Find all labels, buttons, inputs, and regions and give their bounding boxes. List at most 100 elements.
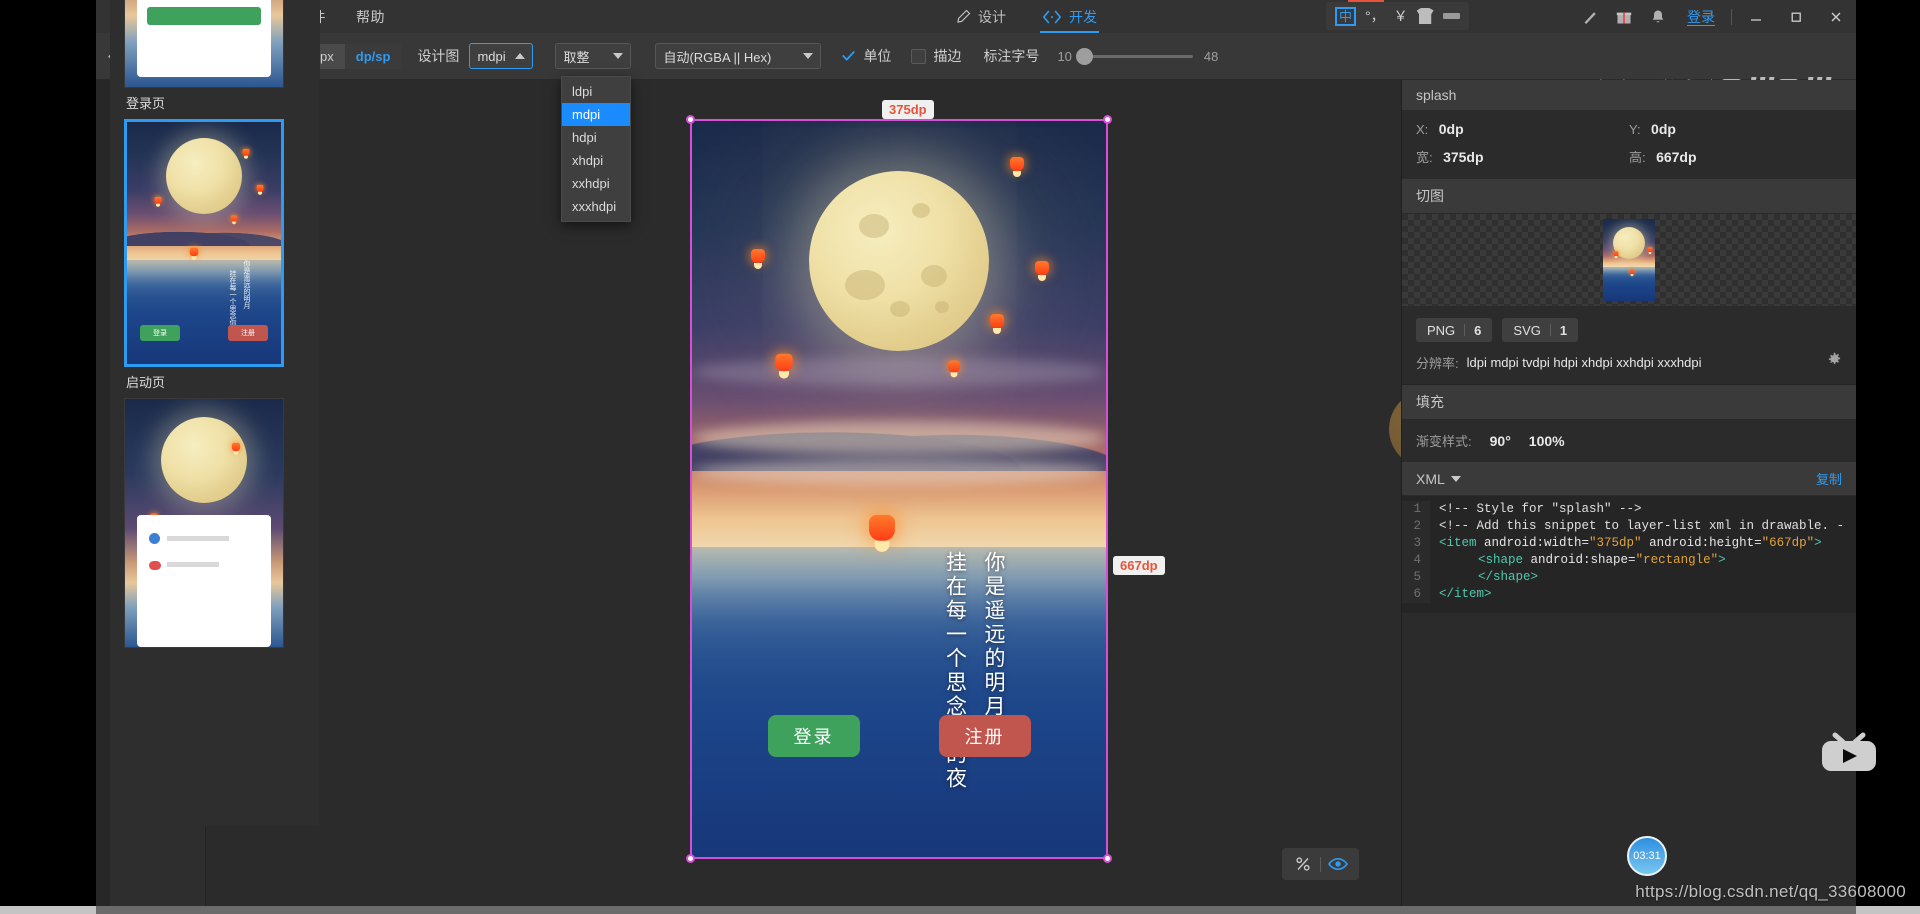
page-thumbnail-login[interactable] [124, 0, 284, 88]
artwork-login-button[interactable]: 登录 [767, 715, 860, 757]
ime-language-icon[interactable]: 中 [1335, 6, 1357, 26]
code-token: > [1814, 536, 1822, 550]
artwork-register-button[interactable]: 注册 [938, 715, 1031, 757]
resolution-row: 分辨率: ldpi mdpi tvdpi hdpi xhdpi xxhdpi x… [1402, 350, 1856, 385]
dpi-option-mdpi[interactable]: mdpi [562, 103, 630, 126]
list-item[interactable]: 登录页 [124, 0, 320, 119]
slice-preview-image [1603, 219, 1655, 301]
xml-code-block[interactable]: 1 <!-- Style for "splash" --> 2 <!-- Add th… [1402, 496, 1856, 613]
resize-handle-br[interactable] [1103, 854, 1112, 863]
code-line-number: 2 [1402, 518, 1430, 535]
ime-toolbar[interactable]: 中 °， ￥ [1326, 2, 1469, 30]
title-bar-right: 登录 [1573, 0, 1856, 33]
maximize-button[interactable] [1776, 0, 1816, 33]
code-token: </item> [1439, 587, 1492, 601]
font-size-min: 10 [1057, 48, 1072, 64]
xml-title-label: XML [1416, 470, 1445, 487]
ime-currency-icon[interactable]: ￥ [1394, 9, 1408, 23]
resize-handle-tl[interactable] [686, 115, 695, 124]
artwork-button-row: 登录 注册 [692, 715, 1106, 757]
slice-art [1603, 219, 1655, 301]
code-line-content: <shape android:shape="rectangle"> [1430, 552, 1726, 569]
xml-format-select[interactable]: XML [1416, 471, 1461, 487]
ime-dash-icon[interactable] [1442, 13, 1460, 19]
lantern-icon [751, 249, 765, 269]
minimize-button[interactable] [1736, 0, 1776, 33]
code-token: <!-- Add this snippet to layer-list xml … [1439, 519, 1845, 533]
pen-icon[interactable] [1573, 0, 1607, 33]
page-thumbnail-splash[interactable]: 你是遥远的明月 挂在每一个思念你的夜 登录 注册 [124, 119, 284, 367]
code-line: 1 <!-- Style for "splash" --> [1402, 501, 1856, 518]
lantern-icon [1010, 157, 1024, 177]
code-line-content: <!-- Style for "splash" --> [1430, 501, 1642, 518]
height-dimension-badge: 667dp [1113, 556, 1165, 575]
prop-width-key: 宽: [1416, 150, 1433, 165]
code-line: 2 <!-- Add this snippet to layer-list xml… [1402, 518, 1856, 535]
menu-item-help[interactable]: 帮助 [354, 4, 387, 30]
moon-graphic [809, 171, 989, 351]
code-line: 4 <shape android:shape="rectangle"> [1402, 552, 1856, 569]
gear-icon[interactable] [1827, 352, 1842, 372]
code-line-content: <item android:width="375dp" android:heig… [1430, 535, 1822, 552]
inspector-panel: splash X: 0dp Y: 0dp 宽: 375dp 高: 667dp 切… [1401, 80, 1856, 906]
checkbox-unchecked-icon [911, 48, 927, 64]
dpi-option-xxxhdpi[interactable]: xxxhdpi [562, 195, 630, 218]
design-canvas[interactable]: 你是遥远的明月 挂在每一个思念你的夜 登录 注册 375dp 667dp [319, 80, 1401, 906]
code-line-number: 3 [1402, 535, 1430, 552]
pencil-icon [956, 9, 971, 24]
resize-handle-bl[interactable] [686, 854, 695, 863]
resolution-key: 分辨率: [1416, 355, 1459, 371]
unit-dpsp-option[interactable]: dp/sp [344, 43, 402, 69]
code-token: <shape [1478, 553, 1524, 567]
dpi-option-hdpi[interactable]: hdpi [562, 126, 630, 149]
code-token: <!-- Style for "splash" --> [1439, 502, 1642, 516]
code-icon [1042, 10, 1062, 24]
page-thumbnail-login-2[interactable] [124, 398, 284, 648]
prop-x-key: X: [1416, 122, 1429, 137]
xml-section-header: XML 复制 [1402, 461, 1856, 496]
close-button[interactable] [1816, 0, 1856, 33]
resize-handle-tr[interactable] [1103, 115, 1112, 124]
color-mode-select[interactable]: 自动(RGBA || Hex) [655, 43, 822, 69]
format-png[interactable]: PNG 6 [1416, 318, 1493, 342]
login-link[interactable]: 登录 [1675, 7, 1727, 27]
unit-checkbox[interactable]: 单位 [841, 46, 891, 66]
font-size-slider[interactable]: 10 48 [1057, 47, 1218, 65]
code-line-number: 4 [1402, 552, 1430, 569]
slider-knob[interactable] [1075, 47, 1093, 65]
eye-icon[interactable] [1321, 848, 1355, 880]
stroke-checkbox[interactable]: 描边 [911, 46, 961, 66]
unit-segmented-control[interactable]: px dp/sp [309, 43, 402, 69]
page-thumbnail-list[interactable]: 登录页 你是遥远的明月 挂在每一个思念你的夜 登录 注册 启动页 [110, 0, 320, 826]
lantern-icon-large [869, 514, 895, 552]
cursor-highlight [1389, 390, 1401, 468]
gradient-opacity: 100% [1528, 432, 1565, 449]
format-svg[interactable]: SVG 1 [1502, 318, 1579, 342]
list-item[interactable] [124, 398, 320, 648]
slider-track[interactable] [1075, 47, 1193, 65]
prop-y-value: 0dp [1651, 121, 1676, 137]
bottom-bar-inner [96, 906, 1856, 914]
list-item[interactable]: 你是遥远的明月 挂在每一个思念你的夜 登录 注册 启动页 [124, 119, 320, 398]
tab-design[interactable]: 设计 [956, 0, 1006, 33]
artboard-selection[interactable]: 你是遥远的明月 挂在每一个思念你的夜 登录 注册 [686, 115, 1112, 863]
page-label-login: 登录页 [126, 96, 166, 111]
prop-height-key: 高: [1629, 150, 1646, 165]
dpi-dropdown-menu[interactable]: ldpi mdpi hdpi xhdpi xxhdpi xxxhdpi [561, 76, 631, 222]
checkbox-checked-icon [841, 49, 856, 64]
tab-develop[interactable]: 开发 [1040, 0, 1099, 33]
ime-punctuation-icon[interactable]: °， [1365, 9, 1385, 23]
dpi-option-xxhdpi[interactable]: xxhdpi [562, 172, 630, 195]
dpi-option-ldpi[interactable]: ldpi [562, 80, 630, 103]
percent-icon[interactable] [1286, 848, 1320, 880]
title-bar: 项目 编辑 视图 插件 帮助 设计 开发 [96, 0, 1856, 33]
canvas-controls[interactable] [1282, 848, 1359, 880]
code-token: > [1718, 553, 1726, 567]
ime-shirt-icon[interactable] [1416, 8, 1434, 24]
copy-button[interactable]: 复制 [1816, 469, 1842, 488]
dpi-option-xhdpi[interactable]: xhdpi [562, 149, 630, 172]
dpi-select[interactable]: mdpi [469, 43, 534, 69]
gift-icon[interactable] [1607, 0, 1641, 33]
bell-icon[interactable] [1641, 0, 1675, 33]
round-select[interactable]: 取整 [555, 43, 632, 69]
